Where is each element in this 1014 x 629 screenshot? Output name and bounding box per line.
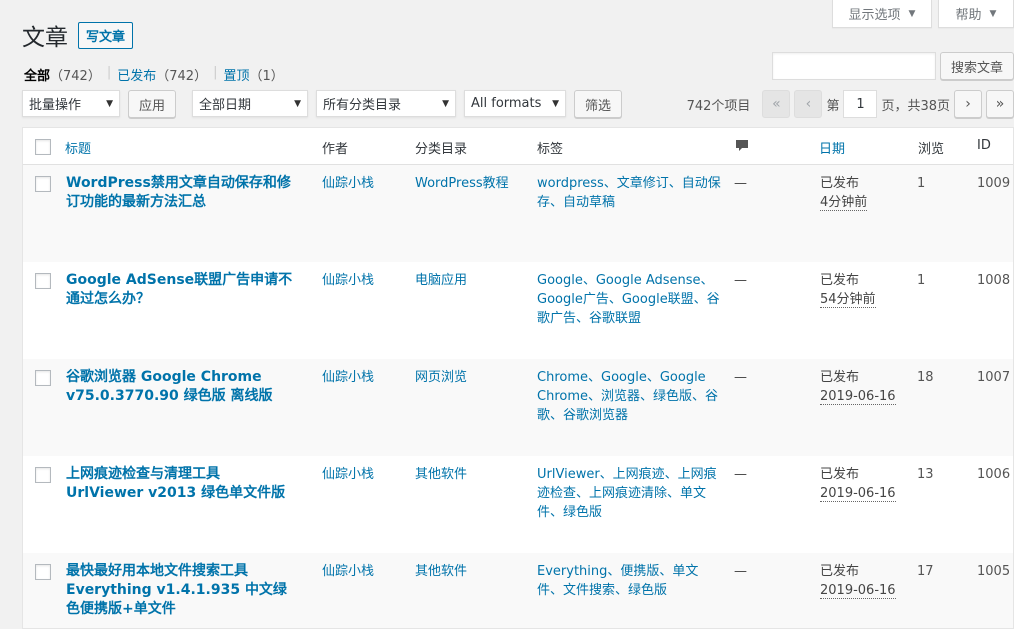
current-page-input[interactable]: 1: [843, 90, 878, 118]
post-id: 1009: [977, 176, 1011, 191]
bulk-action-select[interactable]: 批量操作 ▼: [22, 90, 120, 117]
filter-button[interactable]: 筛选: [574, 90, 623, 118]
table-header: 标题 作者 分类目录 标签 日期 浏览 ID: [23, 128, 1013, 165]
next-page-button[interactable]: ›: [954, 90, 982, 118]
column-title[interactable]: 标题: [65, 138, 91, 157]
select-all-checkbox[interactable]: [35, 139, 51, 155]
post-date: 已发布 2019-06-16: [820, 467, 896, 502]
page-prefix: 第: [826, 98, 840, 114]
post-title-link[interactable]: 谷歌浏览器 Google Chrome v75.0.3770.90 绿色版 离线…: [66, 368, 298, 406]
post-id: 1008: [977, 273, 1011, 288]
page-suffix: 页，共38页: [881, 98, 950, 114]
table-row: Google AdSense联盟广告申请不通过怎么办？ 仙踪小栈 电脑应用 Go…: [23, 262, 1013, 359]
post-category-link[interactable]: 其他软件: [415, 562, 467, 581]
prev-page-button[interactable]: ‹: [794, 90, 823, 118]
post-date: 已发布 2019-06-16: [820, 370, 896, 405]
date-filter-select[interactable]: 全部日期 ▼: [192, 90, 308, 117]
caret-down-icon: ▼: [552, 98, 559, 109]
row-checkbox[interactable]: [35, 467, 51, 483]
comment-bubble-icon[interactable]: [735, 139, 749, 157]
screen-options-label: 显示选项: [848, 8, 901, 23]
post-title-link[interactable]: Google AdSense联盟广告申请不通过怎么办？: [66, 271, 298, 309]
post-id: 1007: [977, 370, 1011, 385]
search-posts-button[interactable]: 搜索文章: [939, 52, 1014, 80]
apply-button[interactable]: 应用: [128, 90, 177, 118]
post-views: 1: [917, 273, 926, 288]
table-row: 上网痕迹检查与清理工具 UrlViewer v2013 绿色单文件版 仙踪小栈 …: [23, 456, 1013, 553]
post-comments: —: [734, 176, 747, 191]
page-heading: 文章 写文章: [22, 18, 134, 52]
post-author-link[interactable]: 仙踪小栈: [322, 562, 374, 581]
first-page-button[interactable]: «: [762, 90, 791, 118]
add-new-post-button[interactable]: 写文章: [78, 21, 134, 49]
post-category-link[interactable]: 电脑应用: [415, 271, 467, 290]
column-tags: 标签: [537, 142, 564, 157]
post-category-link[interactable]: 其他软件: [415, 465, 467, 484]
column-id: ID: [977, 138, 991, 153]
caret-down-icon: ▼: [442, 98, 449, 109]
post-title-link[interactable]: 最快最好用本地文件搜索工具 Everything v1.4.1.935 中文绿色…: [66, 562, 298, 619]
post-tags[interactable]: Everything、便携版、单文件、文件搜索、绿色版: [537, 562, 723, 600]
post-author-link[interactable]: 仙踪小栈: [322, 271, 374, 290]
post-date: 已发布 54分钟前: [820, 273, 876, 308]
table-row: 谷歌浏览器 Google Chrome v75.0.3770.90 绿色版 离线…: [23, 359, 1013, 456]
search-input[interactable]: [771, 52, 936, 80]
post-comments: —: [734, 273, 747, 288]
filter-all-link[interactable]: 全部（742）: [24, 65, 101, 84]
post-views: 18: [917, 370, 934, 385]
pagination: 742个项目 « ‹ 第 1 页，共38页 › »: [687, 90, 1014, 118]
search-box: 搜索文章: [771, 52, 1014, 80]
category-filter-select[interactable]: 所有分类目录 ▼: [316, 90, 456, 117]
help-button[interactable]: 帮助 ▼: [938, 0, 1014, 28]
post-comments: —: [734, 370, 747, 385]
post-title-link[interactable]: WordPress禁用文章自动保存和修订功能的最新方法汇总: [66, 174, 298, 212]
filter-published-link[interactable]: 已发布（742）: [117, 65, 207, 84]
caret-down-icon: ▼: [989, 8, 997, 19]
post-tags[interactable]: Chrome、Google、Google Chrome、浏览器、绿色版、谷歌、谷…: [537, 368, 723, 425]
tablenav-top: 批量操作 ▼ 应用 全部日期 ▼ 所有分类目录 ▼ All formats ▼ 筛选 7…: [22, 90, 1014, 120]
post-author-link[interactable]: 仙踪小栈: [322, 174, 374, 193]
caret-down-icon: ▼: [908, 8, 916, 19]
row-checkbox[interactable]: [35, 370, 51, 386]
column-views: 浏览: [918, 142, 945, 157]
post-author-link[interactable]: 仙踪小栈: [322, 368, 374, 387]
row-checkbox[interactable]: [35, 273, 51, 289]
post-id: 1006: [977, 467, 1011, 482]
items-count: 742个项目: [686, 98, 751, 114]
post-category-link[interactable]: 网页浏览: [415, 368, 467, 387]
caret-down-icon: ▼: [106, 98, 113, 109]
post-category-link[interactable]: WordPress教程: [415, 174, 509, 193]
post-id: 1005: [977, 564, 1011, 579]
post-date: 已发布 2019-06-16: [820, 564, 896, 599]
caret-down-icon: ▼: [294, 98, 301, 109]
post-date: 已发布 4分钟前: [820, 176, 868, 211]
help-label: 帮助: [955, 8, 982, 23]
screen-meta-links: 显示选项 ▼ 帮助 ▼: [832, 0, 1014, 28]
post-title-link[interactable]: 上网痕迹检查与清理工具 UrlViewer v2013 绿色单文件版: [66, 465, 298, 503]
post-views: 13: [917, 467, 934, 482]
column-categories: 分类目录: [415, 142, 468, 157]
post-tags[interactable]: Google、Google Adsense、Google广告、Google联盟、…: [537, 271, 723, 328]
post-tags[interactable]: wordpress、文章修订、自动保存、自动草稿: [537, 174, 723, 212]
posts-table: 标题 作者 分类目录 标签 日期 浏览 ID WordPress禁用文章自动保存…: [22, 127, 1014, 629]
post-author-link[interactable]: 仙踪小栈: [322, 465, 374, 484]
column-date[interactable]: 日期: [819, 138, 845, 157]
post-comments: —: [734, 467, 747, 482]
status-filter-links: 全部（742） | 已发布（742） | 置顶（1）: [24, 65, 284, 84]
last-page-button[interactable]: »: [986, 90, 1014, 118]
format-filter-select[interactable]: All formats ▼: [464, 90, 566, 117]
post-comments: —: [734, 564, 747, 579]
page-title: 文章: [22, 25, 68, 51]
filter-sticky-link[interactable]: 置顶（1）: [223, 65, 283, 84]
table-row: 最快最好用本地文件搜索工具 Everything v1.4.1.935 中文绿色…: [23, 553, 1013, 628]
table-row: WordPress禁用文章自动保存和修订功能的最新方法汇总 仙踪小栈 WordP…: [23, 165, 1013, 262]
post-views: 1: [917, 176, 926, 191]
row-checkbox[interactable]: [35, 564, 51, 580]
screen-options-button[interactable]: 显示选项 ▼: [832, 0, 932, 28]
post-views: 17: [917, 564, 934, 579]
row-checkbox[interactable]: [35, 176, 51, 192]
post-tags[interactable]: UrlViewer、上网痕迹、上网痕迹检查、上网痕迹清除、单文件、绿色版: [537, 465, 723, 522]
column-author: 作者: [322, 142, 349, 157]
